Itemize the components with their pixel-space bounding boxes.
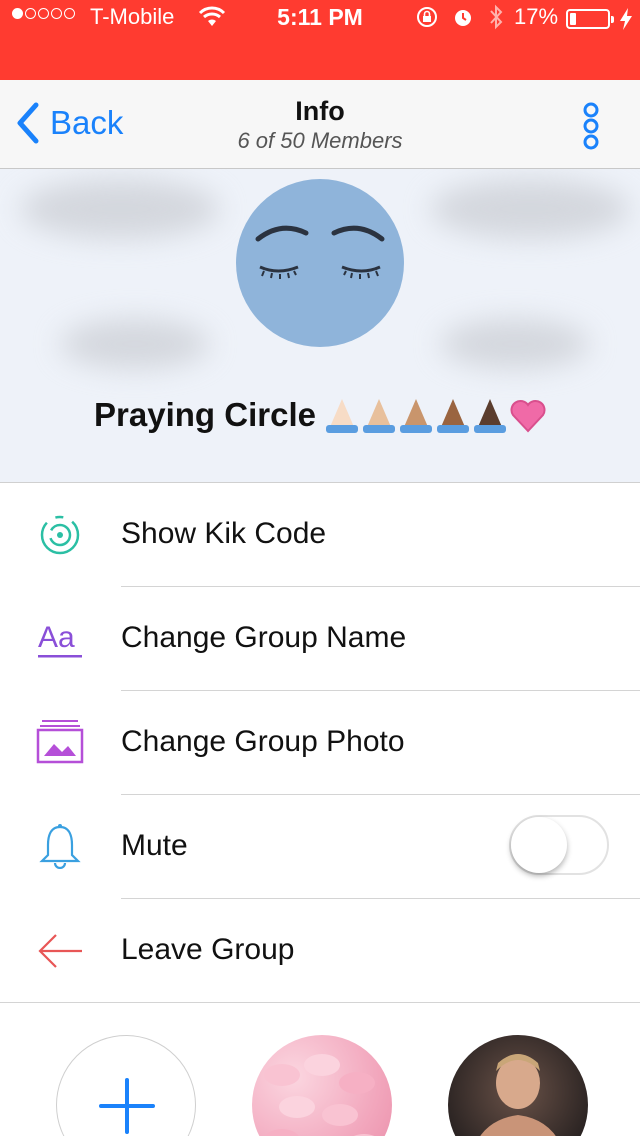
- praying-hands-emojis: [325, 399, 546, 433]
- show-kik-code-row[interactable]: Show Kik Code: [0, 483, 640, 587]
- change-group-name-row[interactable]: Aa Change Group Name: [0, 587, 640, 691]
- change-group-name-label: Change Group Name: [121, 621, 407, 654]
- mute-label: Mute: [121, 829, 188, 862]
- svg-text:Aa: Aa: [38, 621, 75, 654]
- plus-icon: [99, 1078, 155, 1134]
- member-avatar[interactable]: [448, 1035, 588, 1136]
- arrow-left-icon: [38, 934, 82, 968]
- show-kik-code-label: Show Kik Code: [121, 517, 327, 550]
- pink-pills-image: [264, 1054, 375, 1136]
- change-group-photo-row[interactable]: Change Group Photo: [0, 691, 640, 795]
- background-blur: [20, 179, 220, 239]
- bell-icon: [39, 824, 81, 869]
- group-options-list: Show Kik Code Aa Change Group Name Chang…: [0, 483, 640, 1003]
- charging-bolt-icon: [620, 8, 632, 30]
- change-group-photo-label: Change Group Photo: [121, 725, 405, 758]
- person-photo-image: [480, 1054, 556, 1136]
- background-blur: [430, 179, 630, 239]
- background-blur: [60, 319, 210, 369]
- mute-toggle[interactable]: [509, 815, 609, 875]
- leave-group-label: Leave Group: [121, 933, 295, 966]
- text-aa-icon: Aa: [38, 621, 82, 658]
- group-name: Praying Circle: [0, 395, 640, 435]
- group-header: Praying Circle: [0, 169, 640, 483]
- member-avatar[interactable]: [252, 1035, 392, 1136]
- group-avatar[interactable]: [236, 179, 404, 347]
- add-member-button[interactable]: [56, 1035, 196, 1136]
- battery-percent: 17%: [514, 4, 559, 29]
- navigation-bar: Back Info 6 of 50 Members: [0, 80, 640, 169]
- rotation-lock-icon: [417, 7, 437, 27]
- group-name-emojis: [324, 395, 546, 435]
- bluetooth-icon: [490, 4, 503, 30]
- background-blur: [440, 319, 590, 369]
- toggle-knob: [511, 817, 567, 873]
- closed-eyes-image: [255, 225, 385, 279]
- mute-row: Mute: [0, 795, 640, 899]
- member-count: 6 of 50 Members: [237, 128, 403, 153]
- group-name-text: Praying Circle: [94, 396, 316, 433]
- kik-code-icon: [40, 515, 80, 555]
- status-bar: T-Mobile 5:11 PM 17%: [0, 0, 640, 80]
- photo-stack-icon: [36, 720, 84, 764]
- members-strip: [0, 1003, 640, 1136]
- battery-icon: [566, 9, 614, 29]
- leave-group-row[interactable]: Leave Group: [0, 899, 640, 1003]
- alarm-icon: [455, 10, 471, 26]
- page-title: Info: [295, 96, 345, 126]
- vertical-dots-icon[interactable]: [578, 102, 604, 150]
